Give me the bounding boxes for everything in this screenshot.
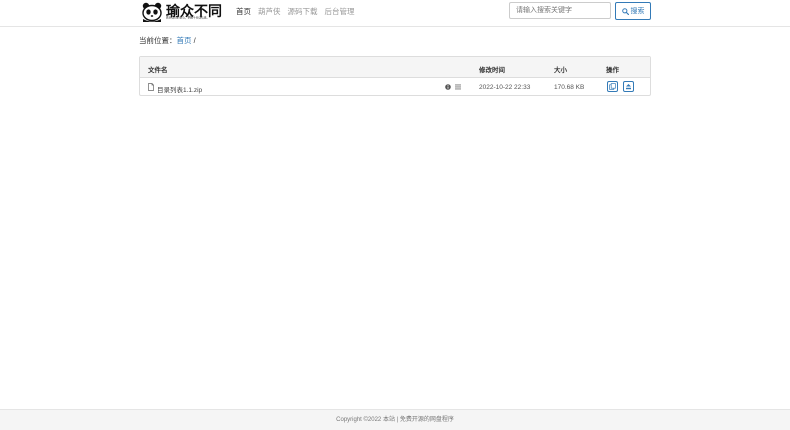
search-button-label: 搜索 — [630, 8, 645, 15]
brand-slogan: 做好自己的事心，把握十分自信感。 — [166, 16, 210, 20]
nav-item-source-download[interactable]: 源码下载 — [288, 6, 318, 17]
page-footer: Copyright ©2022 本站 | 免费开源的网盘程序 — [0, 409, 790, 430]
copy-link-button[interactable] — [607, 81, 618, 92]
column-header-name: 文件名 — [148, 67, 168, 74]
nav-item-home[interactable]: 首页 — [236, 6, 251, 17]
column-header-size: 大小 — [554, 67, 567, 74]
download-button[interactable] — [623, 81, 634, 92]
search-button[interactable]: 搜索 — [615, 2, 651, 20]
breadcrumb-separator: / — [193, 36, 196, 45]
breadcrumb-home-link[interactable]: 首页 — [177, 36, 192, 45]
file-size: 170.68 KB — [554, 84, 585, 91]
list-icon[interactable] — [455, 84, 461, 90]
file-name-link[interactable]: 目录列表1.1.zip — [157, 84, 202, 94]
panda-logo-icon — [142, 2, 162, 22]
copy-icon — [609, 83, 616, 90]
top-navbar: 瑜众不同 做好自己的事心，把握十分自信感。 首页 葫芦侠 源码下载 后台管理 搜… — [0, 0, 790, 27]
nav-item-admin[interactable]: 后台管理 — [325, 6, 355, 17]
site-logo[interactable]: 瑜众不同 做好自己的事心，把握十分自信感。 — [141, 1, 222, 23]
file-icon — [148, 83, 154, 91]
breadcrumb-prefix: 当前位置： — [139, 36, 177, 45]
search-input[interactable] — [509, 2, 611, 19]
nav-item-huluxia[interactable]: 葫芦侠 — [258, 6, 281, 17]
search-icon — [621, 7, 629, 15]
column-header-modified: 修改时间 — [479, 67, 505, 74]
breadcrumb: 当前位置：首页 / — [139, 35, 196, 46]
download-icon — [626, 84, 631, 90]
main-nav: 首页 葫芦侠 源码下载 后台管理 — [236, 6, 355, 17]
column-header-actions: 操作 — [606, 67, 619, 74]
file-modified-time: 2022-10-22 22:33 — [479, 84, 531, 91]
table-header: 文件名 修改时间 大小 操作 — [140, 57, 650, 78]
info-icon[interactable] — [445, 84, 451, 90]
table-row: 目录列表1.1.zip 2022-10-22 22:33 170.68 KB — [140, 78, 650, 96]
footer-copyright: Copyright ©2022 本站 | 免费开源的网盘程序 — [336, 417, 454, 423]
file-list-panel: 文件名 修改时间 大小 操作 目录列表1.1.zip 2022-10-22 22… — [139, 56, 651, 96]
